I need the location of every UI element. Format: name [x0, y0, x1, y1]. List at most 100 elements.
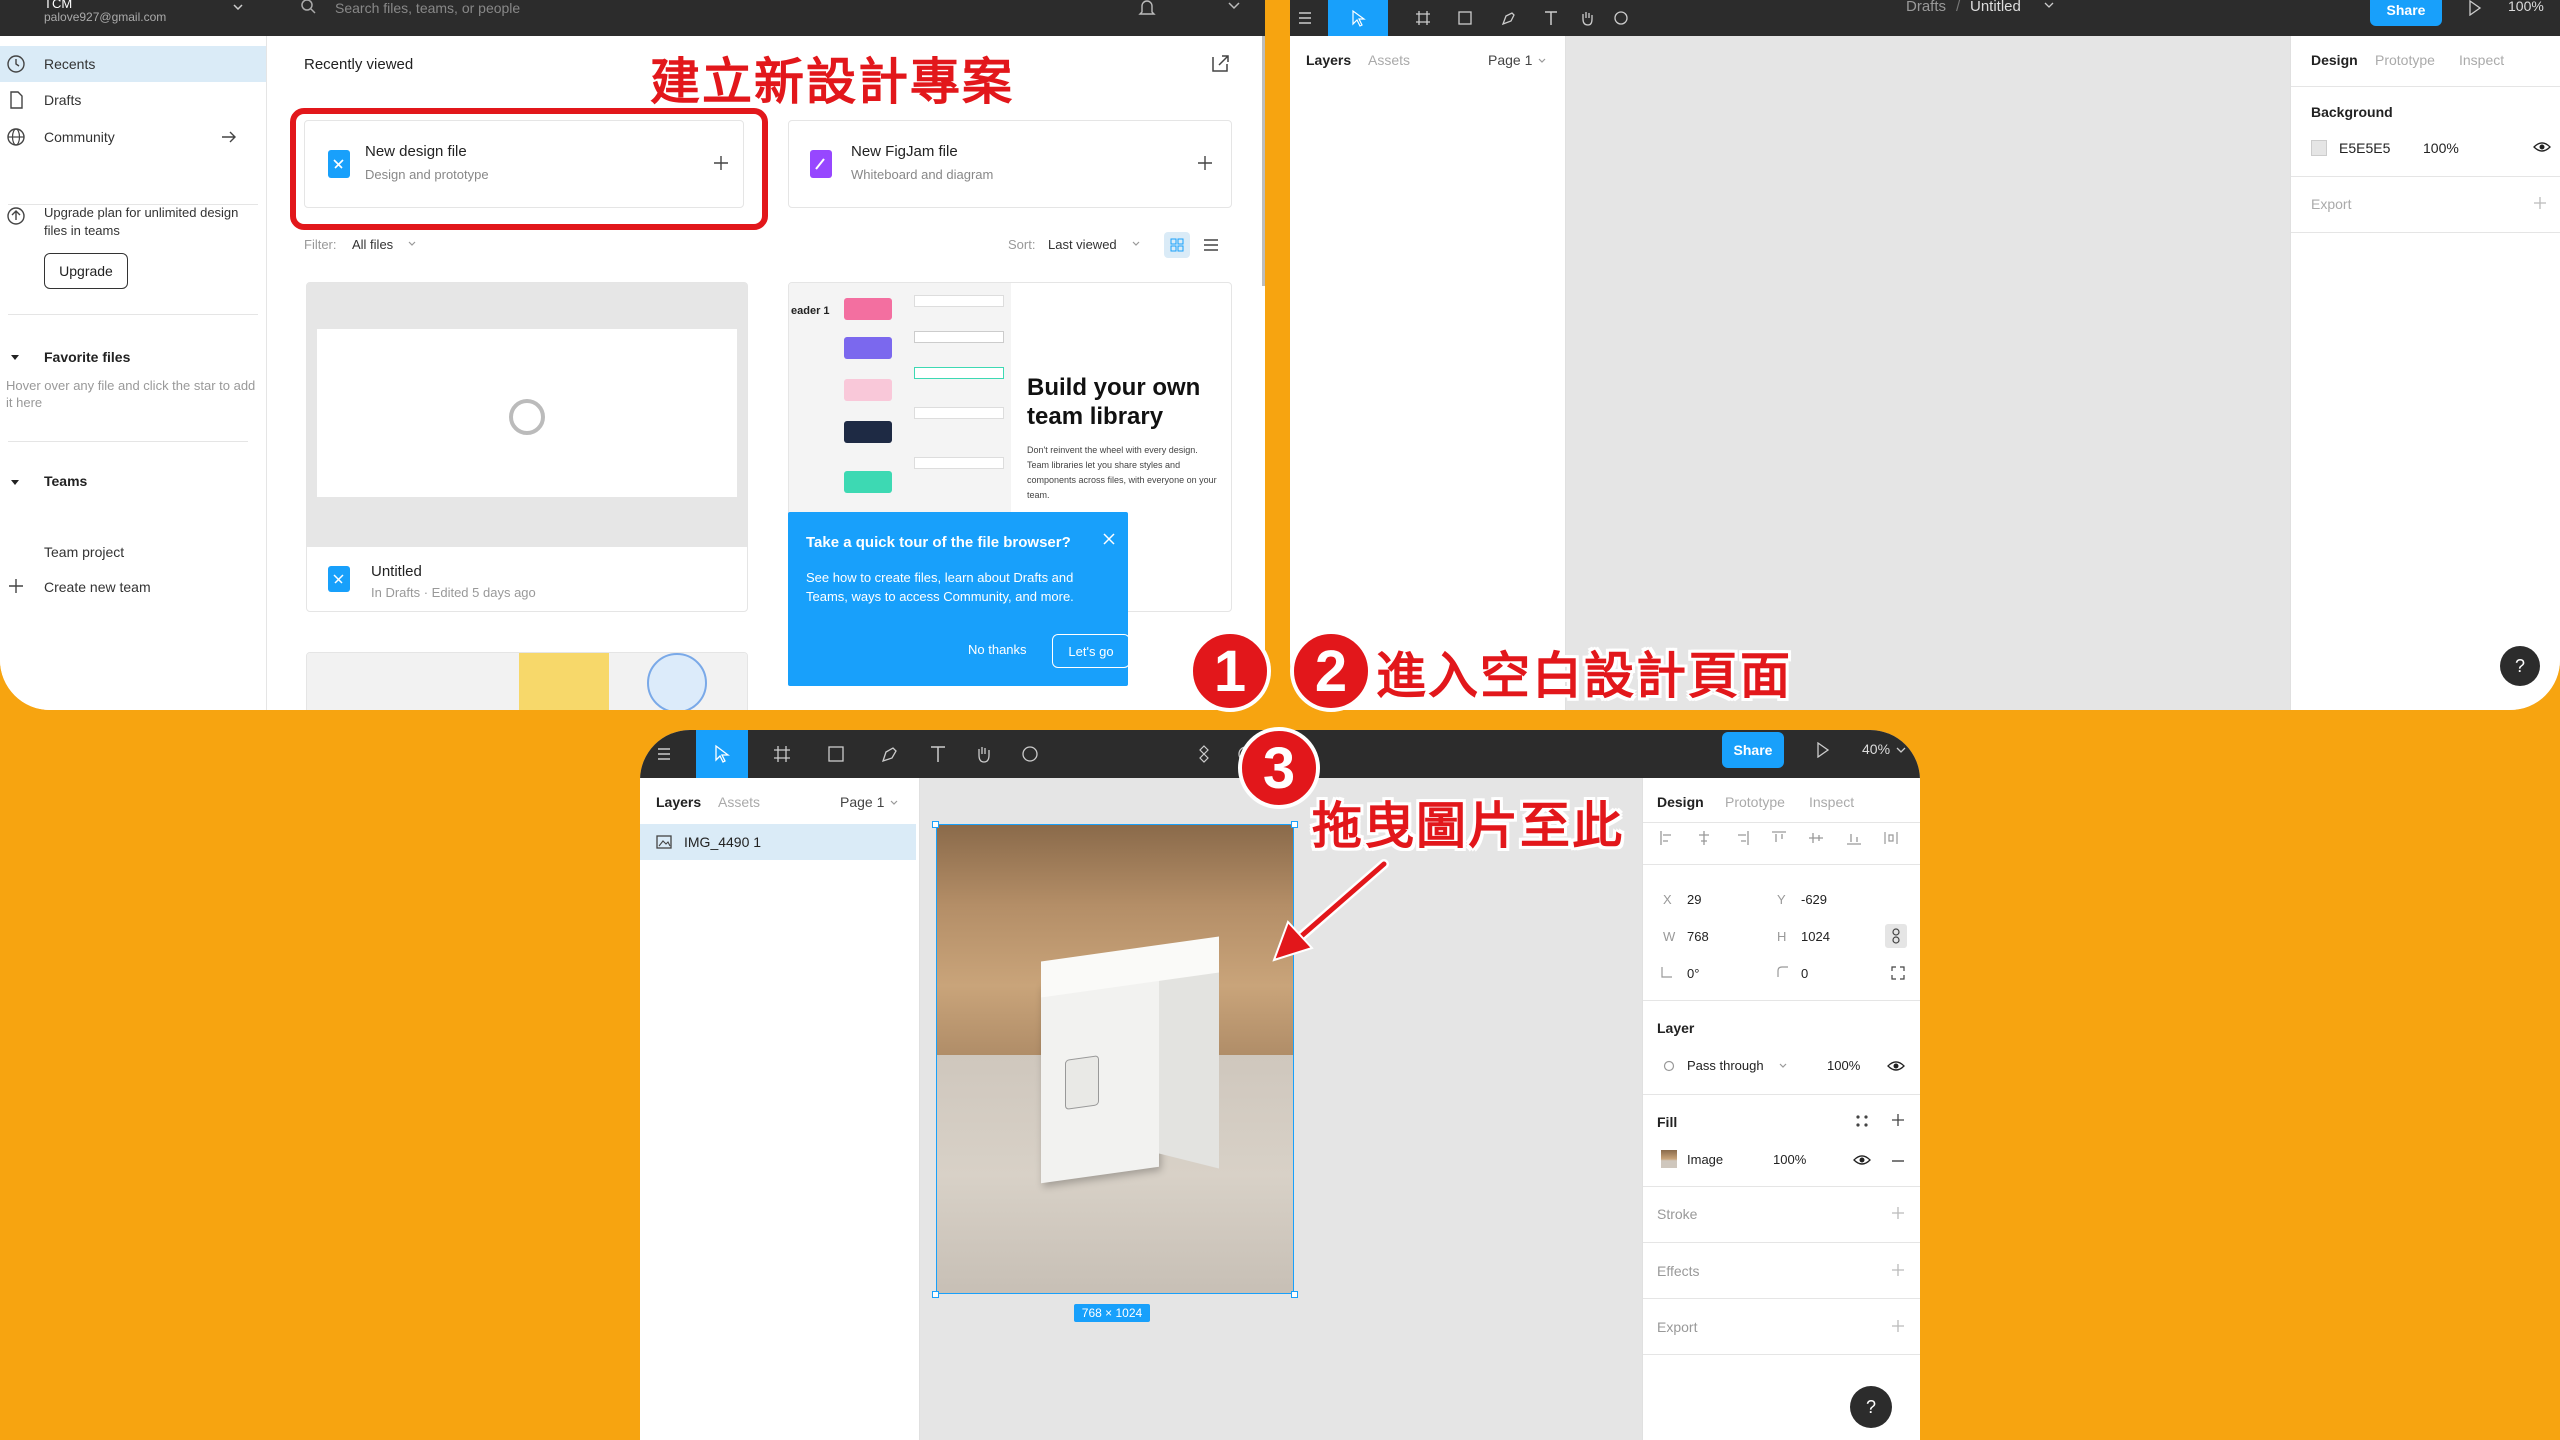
share-button[interactable]: Share [2370, 0, 2442, 26]
resize-handle[interactable] [1291, 821, 1298, 828]
plus-icon[interactable] [1891, 1319, 1905, 1333]
plus-icon[interactable] [1891, 1263, 1905, 1277]
zoom-level[interactable]: 100% [2508, 0, 2544, 14]
blend-mode-dropdown[interactable]: Pass through [1687, 1058, 1764, 1073]
move-tool-icon[interactable] [1328, 0, 1388, 36]
canvas-image[interactable] [936, 824, 1294, 1294]
chevron-down-icon[interactable] [2044, 2, 2054, 10]
y-field[interactable]: -629 [1801, 892, 1827, 907]
plus-icon[interactable] [1197, 155, 1213, 171]
tab-prototype[interactable]: Prototype [2375, 52, 2435, 68]
rectangle-tool-icon[interactable] [1450, 0, 1480, 36]
layer-opacity[interactable]: 100% [1827, 1058, 1860, 1073]
caret-down-icon[interactable] [10, 354, 20, 364]
hand-tool-icon[interactable] [1572, 0, 1602, 36]
chevron-down-icon[interactable] [228, 0, 248, 14]
help-button[interactable]: ? [1850, 1386, 1892, 1428]
sidebar-item-community[interactable]: Community [0, 119, 266, 155]
frame-tool-icon[interactable] [1408, 0, 1438, 36]
align-middle-icon[interactable] [1808, 830, 1824, 850]
play-icon[interactable] [1816, 742, 1830, 758]
resize-handle[interactable] [932, 1291, 939, 1298]
image-fill-swatch[interactable] [1661, 1150, 1677, 1168]
resize-handle[interactable] [1291, 1291, 1298, 1298]
w-field[interactable]: 768 [1687, 929, 1709, 944]
move-tool-icon[interactable] [696, 730, 748, 778]
constrain-proportions-icon[interactable] [1885, 924, 1907, 948]
comment-tool-icon[interactable] [1606, 0, 1636, 36]
caret-down-icon[interactable] [10, 479, 20, 489]
figma-menu-icon[interactable] [644, 730, 684, 778]
style-grid-icon[interactable] [1855, 1114, 1869, 1128]
sidebar-item-team-project[interactable]: Team project [44, 544, 124, 560]
text-tool-icon[interactable] [918, 730, 958, 778]
tab-inspect[interactable]: Inspect [2459, 52, 2504, 68]
eye-icon[interactable] [2533, 140, 2551, 154]
frame-tool-icon[interactable] [762, 730, 802, 778]
page-selector[interactable]: Page 1 [1488, 52, 1532, 68]
tab-assets[interactable]: Assets [1368, 52, 1410, 68]
tab-design[interactable]: Design [1657, 794, 1704, 810]
search-input[interactable]: Search files, teams, or people [335, 0, 520, 16]
color-swatch[interactable] [2311, 140, 2327, 156]
plus-icon[interactable] [1891, 1206, 1905, 1220]
upgrade-button[interactable]: Upgrade [44, 253, 128, 289]
background-opacity[interactable]: 100% [2423, 140, 2459, 156]
tab-layers[interactable]: Layers [1306, 52, 1351, 68]
align-top-icon[interactable] [1771, 830, 1787, 850]
distribute-icon[interactable] [1883, 830, 1903, 850]
chevron-down-icon[interactable] [1896, 747, 1906, 755]
eye-icon[interactable] [1887, 1059, 1905, 1073]
rotation-field[interactable]: 0° [1687, 966, 1699, 981]
page-selector[interactable]: Page 1 [840, 794, 884, 810]
background-hex[interactable]: E5E5E5 [2339, 140, 2390, 156]
help-button[interactable]: ? [2500, 646, 2540, 686]
comment-tool-icon[interactable] [1010, 730, 1050, 778]
resize-handle[interactable] [932, 821, 939, 828]
lets-go-button[interactable]: Let's go [1052, 634, 1130, 668]
tab-layers[interactable]: Layers [656, 794, 701, 810]
create-team-link[interactable]: Create new team [44, 579, 151, 595]
tab-prototype[interactable]: Prototype [1725, 794, 1785, 810]
chevron-down-icon[interactable] [1228, 2, 1242, 12]
scrollbar[interactable] [1262, 36, 1265, 286]
share-button[interactable]: Share [1722, 732, 1784, 768]
radius-field[interactable]: 0 [1801, 966, 1808, 981]
filter-dropdown[interactable]: All files [352, 237, 393, 252]
import-icon[interactable] [1210, 52, 1232, 74]
align-left-icon[interactable] [1659, 830, 1675, 850]
h-field[interactable]: 1024 [1801, 929, 1830, 944]
x-field[interactable]: 29 [1687, 892, 1701, 907]
list-view-icon[interactable] [1198, 232, 1224, 258]
minus-icon[interactable] [1891, 1159, 1905, 1163]
tab-assets[interactable]: Assets [718, 794, 760, 810]
file-title[interactable]: Untitled [1970, 0, 2021, 15]
fill-type[interactable]: Image [1687, 1152, 1723, 1167]
zoom-level[interactable]: 40% [1862, 741, 1890, 757]
layer-row[interactable]: IMG_4490 1 [640, 824, 916, 860]
figma-menu-icon[interactable] [1290, 0, 1320, 36]
plus-icon[interactable] [2533, 196, 2547, 210]
align-bottom-icon[interactable] [1846, 830, 1862, 850]
align-right-icon[interactable] [1734, 830, 1750, 850]
hand-tool-icon[interactable] [964, 730, 1004, 778]
rectangle-tool-icon[interactable] [816, 730, 856, 778]
breadcrumb-drafts[interactable]: Drafts [1906, 0, 1946, 15]
plus-icon[interactable] [1891, 1113, 1905, 1127]
pen-tool-icon[interactable] [870, 730, 910, 778]
component-icon[interactable] [1184, 730, 1224, 778]
tab-inspect[interactable]: Inspect [1809, 794, 1854, 810]
file-card[interactable] [306, 652, 748, 710]
new-figjam-file-card[interactable]: New FigJam file Whiteboard and diagram [788, 120, 1232, 208]
sort-dropdown[interactable]: Last viewed [1048, 237, 1117, 252]
grid-view-icon[interactable] [1164, 232, 1190, 258]
eye-icon[interactable] [1853, 1153, 1871, 1167]
tab-design[interactable]: Design [2311, 52, 2358, 68]
play-icon[interactable] [2468, 0, 2482, 16]
fill-opacity[interactable]: 100% [1773, 1152, 1806, 1167]
bell-icon[interactable] [1138, 0, 1156, 18]
close-icon[interactable] [1102, 532, 1116, 546]
sidebar-item-recents[interactable]: Recents [0, 46, 266, 82]
pen-tool-icon[interactable] [1494, 0, 1524, 36]
no-thanks-button[interactable]: No thanks [968, 642, 1027, 657]
